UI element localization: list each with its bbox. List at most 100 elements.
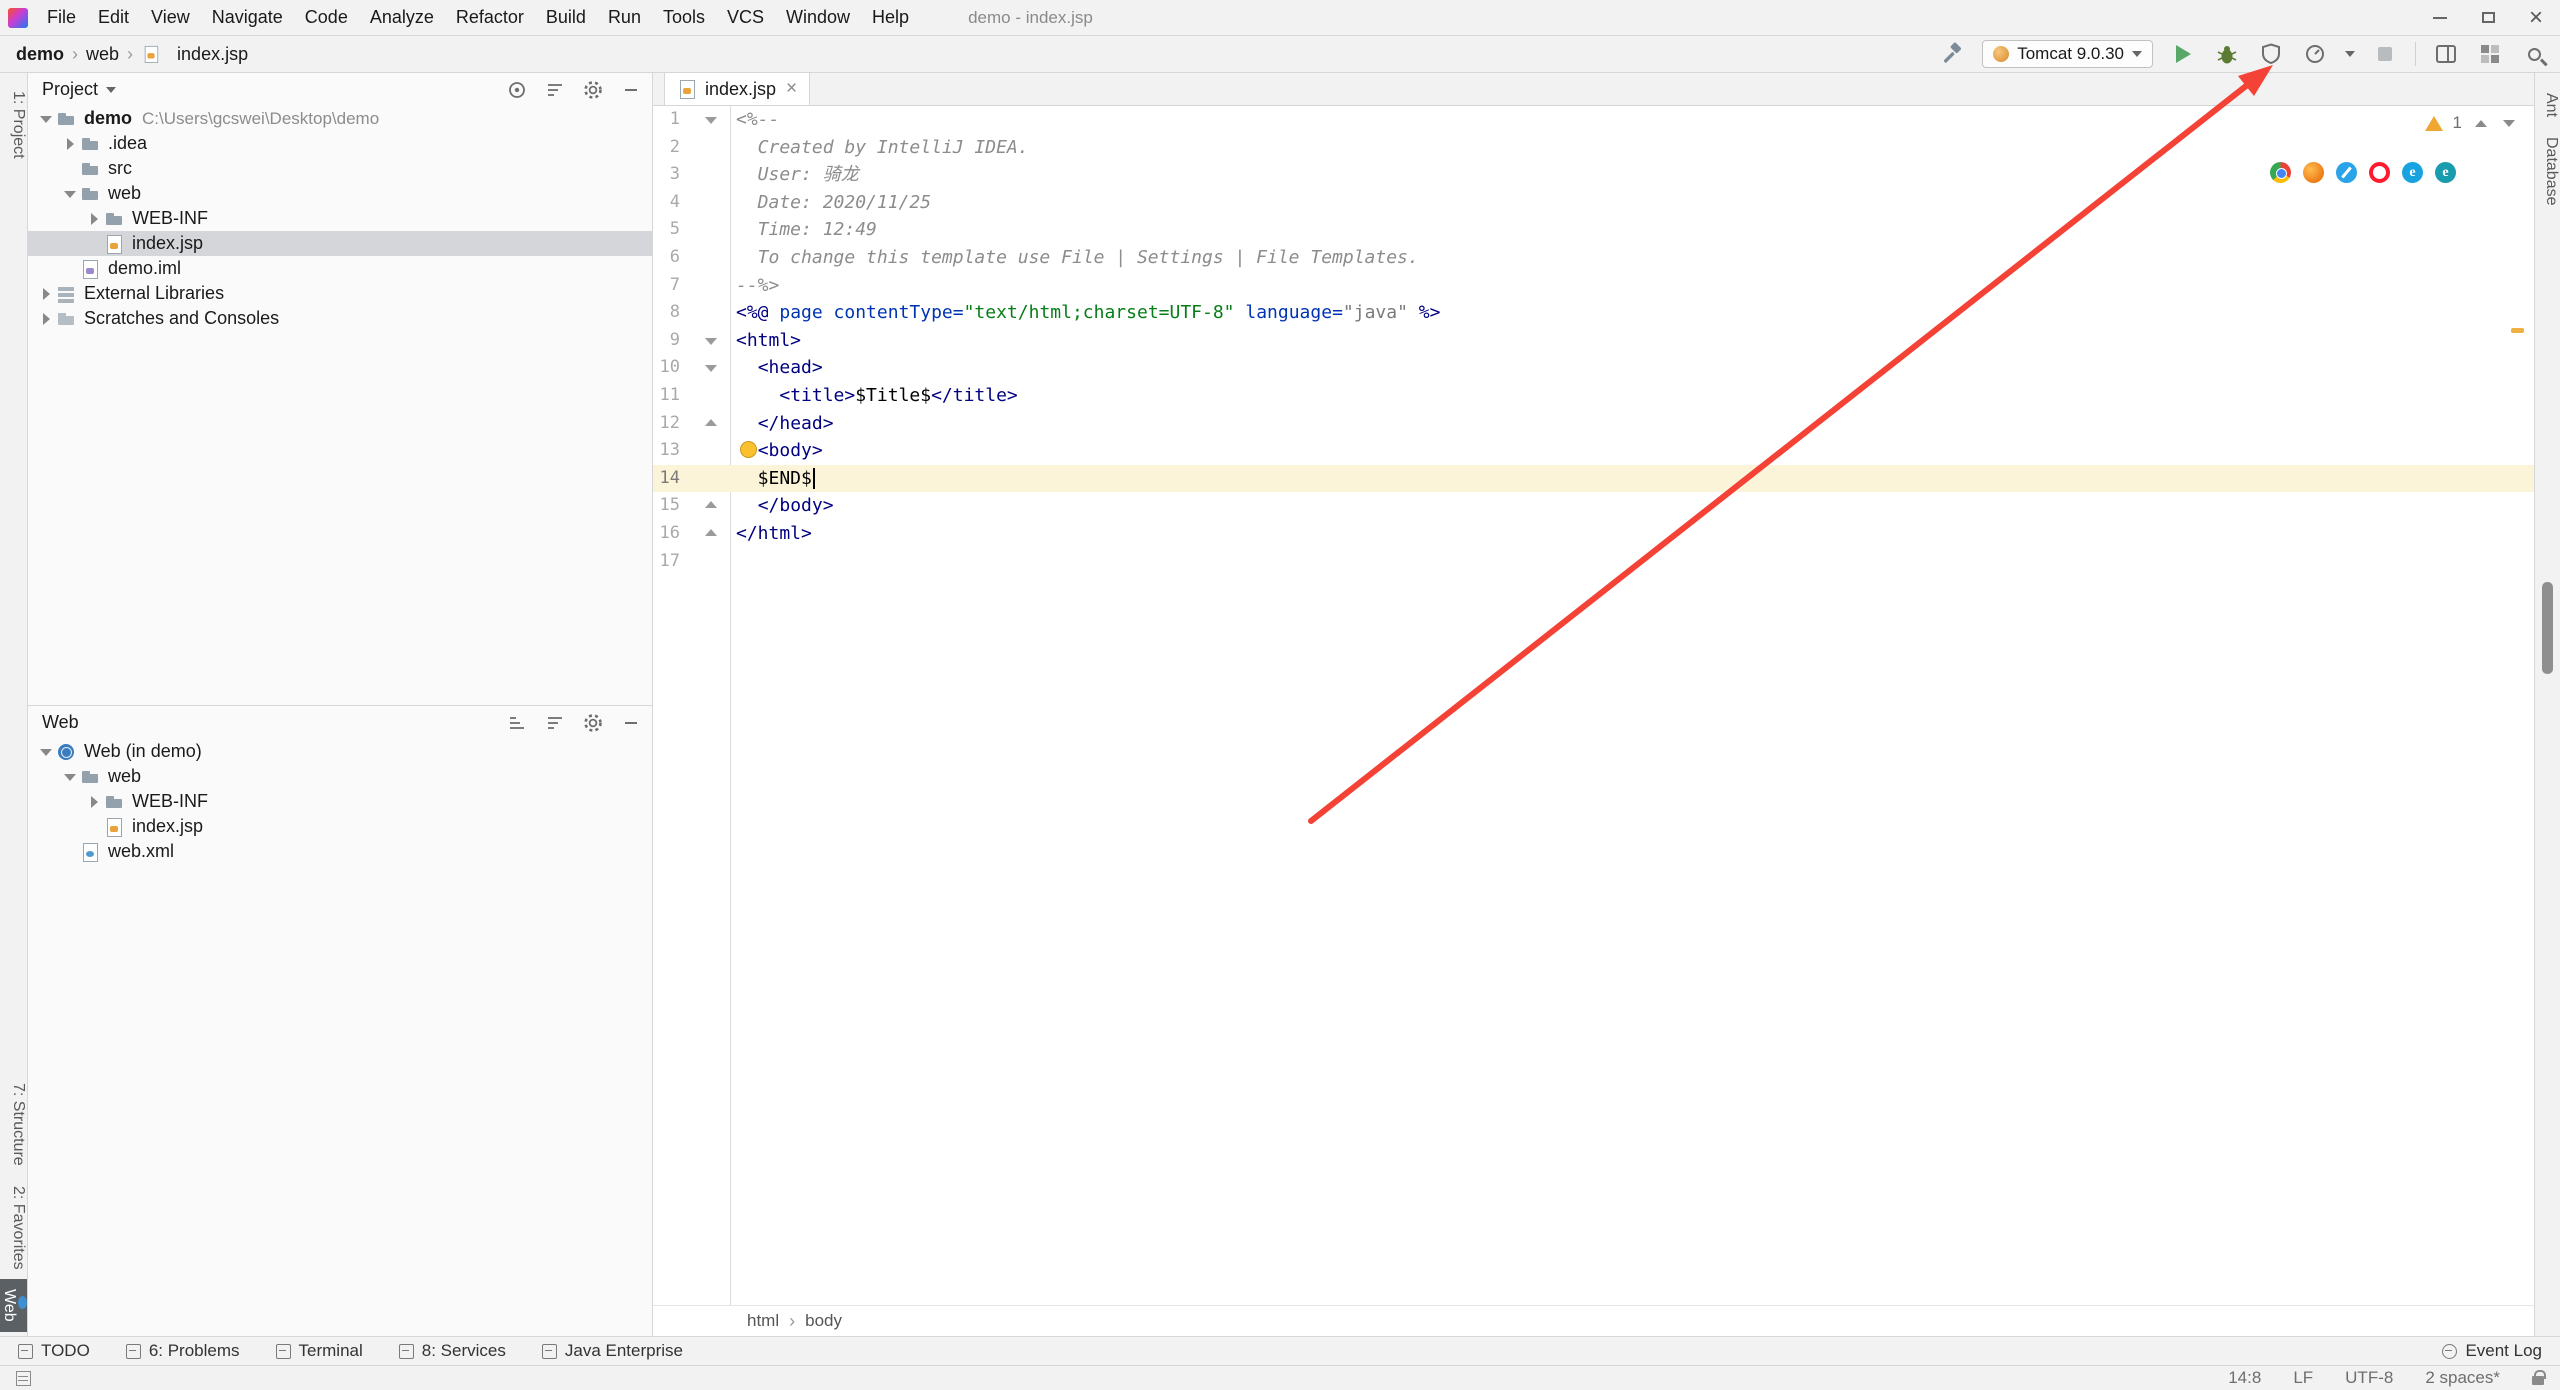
toolwindow-button-6-problems[interactable]: 6: Problems <box>125 1341 240 1361</box>
menu-analyze[interactable]: Analyze <box>359 0 445 35</box>
status-utf-8[interactable]: UTF-8 <box>2345 1368 2393 1388</box>
maximize-button[interactable] <box>2464 0 2512 35</box>
chevron-down-icon[interactable] <box>60 184 80 204</box>
close-button[interactable]: × <box>2512 0 2560 35</box>
run-button[interactable] <box>2169 40 2197 68</box>
chevron-down-icon[interactable] <box>106 86 117 93</box>
menu-edit[interactable]: Edit <box>87 0 140 35</box>
code-line-7[interactable]: 7 --%> <box>653 272 2534 300</box>
toolwindow-button-database[interactable]: Database <box>2535 127 2560 216</box>
ide-layout-grid-icon[interactable] <box>2476 40 2504 68</box>
tree-item-web-xml[interactable]: web.xml <box>28 839 652 864</box>
code-line-8[interactable]: 8 <%@ page contentType="text/html;charset… <box>653 299 2534 327</box>
collapse-all-icon[interactable] <box>544 79 566 101</box>
tree-item-web[interactable]: web <box>28 181 652 206</box>
profiler-dropdown-icon[interactable] <box>2345 51 2355 57</box>
chevron-down-icon[interactable] <box>36 109 56 129</box>
fold-down-icon[interactable] <box>680 354 730 382</box>
coverage-button[interactable] <box>2257 40 2285 68</box>
breadcrumb-item-demo[interactable]: demo <box>16 44 64 65</box>
settings-gear-icon[interactable] <box>582 712 604 734</box>
toolwindow-button-ant[interactable]: Ant <box>2535 83 2560 127</box>
tree-item-external-libraries[interactable]: External Libraries <box>28 281 652 306</box>
edge-browser-icon[interactable] <box>2435 162 2456 183</box>
tree-item-scratches-and-consoles[interactable]: Scratches and Consoles <box>28 306 652 331</box>
tree-item-src[interactable]: src <box>28 156 652 181</box>
code-line-2[interactable]: 2 Created by IntelliJ IDEA. <box>653 134 2534 162</box>
tree-item-web-inf[interactable]: WEB-INF <box>28 206 652 231</box>
editor-breadcrumb-body[interactable]: body <box>805 1311 842 1331</box>
toolwindow-button-java-enterprise[interactable]: Java Enterprise <box>541 1341 683 1361</box>
readonly-lock-icon[interactable] <box>2532 1370 2546 1385</box>
menu-window[interactable]: Window <box>775 0 861 35</box>
status-lf[interactable]: LF <box>2293 1368 2313 1388</box>
tab-close-icon[interactable]: × <box>786 78 797 100</box>
code-editor-area[interactable]: 1 <%-- 2 Created by IntelliJ IDEA. 3 User: … <box>653 106 2534 1305</box>
code-line-12[interactable]: 12 </head> <box>653 410 2534 438</box>
menu-view[interactable]: View <box>140 0 201 35</box>
tree-item-web[interactable]: web <box>28 764 652 789</box>
toolwindow-button-7-structure[interactable]: 7: Structure <box>0 1073 27 1176</box>
run-configuration-select[interactable]: Tomcat 9.0.30 <box>1982 40 2153 68</box>
fold-up-icon[interactable] <box>680 410 730 438</box>
menu-vcs[interactable]: VCS <box>716 0 775 35</box>
fold-down-icon[interactable] <box>680 327 730 355</box>
tree-item-web-inf[interactable]: WEB-INF <box>28 789 652 814</box>
menu-navigate[interactable]: Navigate <box>201 0 294 35</box>
toolwindow-toggle-icon[interactable] <box>16 1370 31 1386</box>
toolwindow-button-todo[interactable]: TODO <box>18 1341 90 1361</box>
code-line-15[interactable]: 15 </body> <box>653 492 2534 520</box>
tab-index-jsp[interactable]: index.jsp × <box>664 73 811 105</box>
expand-all-icon[interactable] <box>506 712 528 734</box>
toolwindow-button-1-project[interactable]: 1: Project <box>0 81 27 169</box>
code-line-17[interactable]: 17 <box>653 548 2534 576</box>
chevron-right-icon[interactable] <box>84 792 104 812</box>
code-line-10[interactable]: 10 <head> <box>653 354 2534 382</box>
fold-up-icon[interactable] <box>680 520 730 548</box>
intention-bulb-icon[interactable] <box>740 441 757 459</box>
chevron-down-icon[interactable] <box>60 767 80 787</box>
toolwindow-button-2-favorites[interactable]: 2: Favorites <box>0 1176 27 1280</box>
warning-triangle-icon[interactable] <box>2424 115 2443 131</box>
menu-tools[interactable]: Tools <box>652 0 716 35</box>
code-line-6[interactable]: 6 To change this template use File | Set… <box>653 244 2534 272</box>
breadcrumb-item-web[interactable]: web <box>86 44 119 65</box>
status-14-8[interactable]: 14:8 <box>2228 1368 2261 1388</box>
menu-run[interactable]: Run <box>597 0 652 35</box>
code-line-16[interactable]: 16 </html> <box>653 520 2534 548</box>
chevron-right-icon[interactable] <box>36 309 56 329</box>
tree-item-index-jsp[interactable]: index.jsp <box>28 814 652 839</box>
code-line-4[interactable]: 4 Date: 2020/11/25 <box>653 189 2534 217</box>
chevron-right-icon[interactable] <box>60 134 80 154</box>
search-everywhere-icon[interactable] <box>2520 40 2548 68</box>
chrome-browser-icon[interactable] <box>2270 162 2291 183</box>
tree-item-web-in-demo[interactable]: Web (in demo) <box>28 739 652 764</box>
fold-down-icon[interactable] <box>680 106 730 134</box>
ie-browser-icon[interactable] <box>2402 162 2423 183</box>
build-hammer-icon[interactable] <box>1938 40 1966 68</box>
menu-file[interactable]: File <box>36 0 87 35</box>
menu-code[interactable]: Code <box>294 0 359 35</box>
status-2-spaces[interactable]: 2 spaces* <box>2425 1368 2500 1388</box>
settings-gear-icon[interactable] <box>582 79 604 101</box>
scrollbar-thumb[interactable] <box>2542 582 2553 674</box>
tree-item-demo[interactable]: demo C:\Users\gcswei\Desktop\demo <box>28 106 652 131</box>
code-line-11[interactable]: 11 <title>$Title$</title> <box>653 382 2534 410</box>
fold-up-icon[interactable] <box>680 492 730 520</box>
code-line-14[interactable]: 14 $END$ <box>653 464 2534 493</box>
toolwindow-button-8-services[interactable]: 8: Services <box>398 1341 506 1361</box>
safari-browser-icon[interactable] <box>2336 162 2357 183</box>
previous-highlight-icon[interactable] <box>2472 114 2490 132</box>
firefox-browser-icon[interactable] <box>2303 162 2324 183</box>
locate-file-icon[interactable] <box>506 79 528 101</box>
tree-item-demo-iml[interactable]: demo.iml <box>28 256 652 281</box>
menu-refactor[interactable]: Refactor <box>445 0 535 35</box>
profiler-button[interactable] <box>2301 40 2329 68</box>
chevron-right-icon[interactable] <box>84 209 104 229</box>
window-layout-icon[interactable] <box>2432 40 2460 68</box>
toolwindow-button-web[interactable]: Web <box>0 1279 27 1332</box>
debug-button[interactable] <box>2213 40 2241 68</box>
code-line-1[interactable]: 1 <%-- <box>653 106 2534 134</box>
chevron-right-icon[interactable] <box>36 284 56 304</box>
hide-panel-icon[interactable] <box>620 712 642 734</box>
